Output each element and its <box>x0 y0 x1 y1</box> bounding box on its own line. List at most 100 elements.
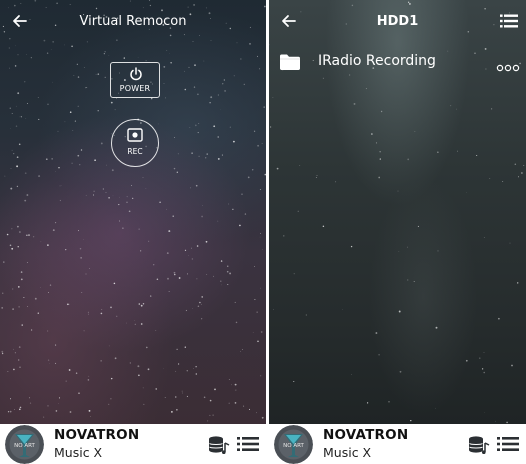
star <box>77 105 79 107</box>
star <box>166 252 169 254</box>
star <box>378 176 381 179</box>
star <box>94 159 96 162</box>
star <box>113 282 116 285</box>
star <box>40 241 42 243</box>
star <box>155 388 157 390</box>
star <box>106 164 107 166</box>
star <box>148 240 150 242</box>
star <box>116 315 118 317</box>
star <box>509 242 511 244</box>
list-item[interactable]: IRadio Recording <box>269 46 526 78</box>
star <box>437 250 439 252</box>
star <box>198 155 200 157</box>
star <box>262 249 263 250</box>
star <box>514 163 517 165</box>
star <box>47 103 49 106</box>
library-button[interactable] <box>468 435 490 459</box>
star <box>174 137 175 139</box>
star <box>85 195 87 196</box>
rec-button[interactable]: REC <box>111 119 159 167</box>
star <box>220 109 222 110</box>
star <box>259 236 261 238</box>
star <box>435 407 436 409</box>
star <box>87 311 89 313</box>
star <box>10 128 11 129</box>
star <box>206 274 208 275</box>
star <box>150 295 152 297</box>
star <box>3 261 5 263</box>
star <box>123 57 125 59</box>
star <box>13 348 14 350</box>
star <box>101 309 103 311</box>
player-subtitle: Music X <box>54 445 103 460</box>
star <box>52 229 55 232</box>
no-art-placeholder: NO ART <box>5 425 44 464</box>
star <box>19 366 21 368</box>
star <box>223 79 225 81</box>
star <box>128 210 131 213</box>
star <box>191 152 193 154</box>
star <box>342 309 343 310</box>
star <box>71 162 73 164</box>
star <box>100 142 103 145</box>
star <box>209 399 212 402</box>
star <box>55 171 56 172</box>
star <box>13 368 15 371</box>
star <box>69 111 72 113</box>
star <box>79 164 81 166</box>
star <box>188 255 189 256</box>
power-button[interactable]: POWER <box>110 62 160 98</box>
star <box>72 130 74 131</box>
star <box>105 192 107 193</box>
star <box>1 352 4 355</box>
star <box>21 324 23 326</box>
star <box>26 262 28 264</box>
star <box>177 153 179 155</box>
mini-player[interactable]: NO ART NOVATRON Music X <box>269 424 526 464</box>
star <box>226 270 229 273</box>
star <box>413 281 415 282</box>
star <box>49 363 50 365</box>
star <box>24 81 26 83</box>
star <box>247 176 250 179</box>
star <box>236 389 237 391</box>
star <box>257 340 259 343</box>
playlist-button[interactable] <box>237 436 259 456</box>
star <box>185 309 187 312</box>
star <box>11 228 13 230</box>
library-button[interactable] <box>208 435 230 459</box>
album-art[interactable]: NO ART <box>274 425 313 464</box>
star <box>234 402 237 404</box>
star <box>239 350 242 352</box>
star <box>187 273 188 275</box>
star <box>182 392 183 394</box>
album-art[interactable]: NO ART <box>5 425 44 464</box>
star <box>11 247 14 250</box>
mini-player[interactable]: NO ART NOVATRON Music X <box>0 424 266 464</box>
star <box>88 409 91 412</box>
star <box>83 67 85 68</box>
star <box>166 49 168 51</box>
star <box>203 396 206 399</box>
more-options-button[interactable] <box>496 57 520 76</box>
star <box>16 185 19 188</box>
star <box>175 396 177 398</box>
menu-button[interactable] <box>500 13 518 29</box>
star <box>195 373 197 375</box>
star <box>176 409 178 411</box>
star <box>14 352 16 354</box>
star <box>379 158 381 160</box>
star <box>191 247 192 249</box>
star <box>163 82 165 84</box>
star <box>55 362 57 364</box>
star <box>137 57 139 58</box>
star <box>24 172 27 175</box>
playlist-icon <box>497 437 519 451</box>
star <box>66 303 69 306</box>
star <box>132 197 134 199</box>
star <box>17 225 19 228</box>
star <box>201 205 203 206</box>
star <box>90 416 91 417</box>
star <box>417 225 419 227</box>
playlist-button[interactable] <box>497 436 519 456</box>
